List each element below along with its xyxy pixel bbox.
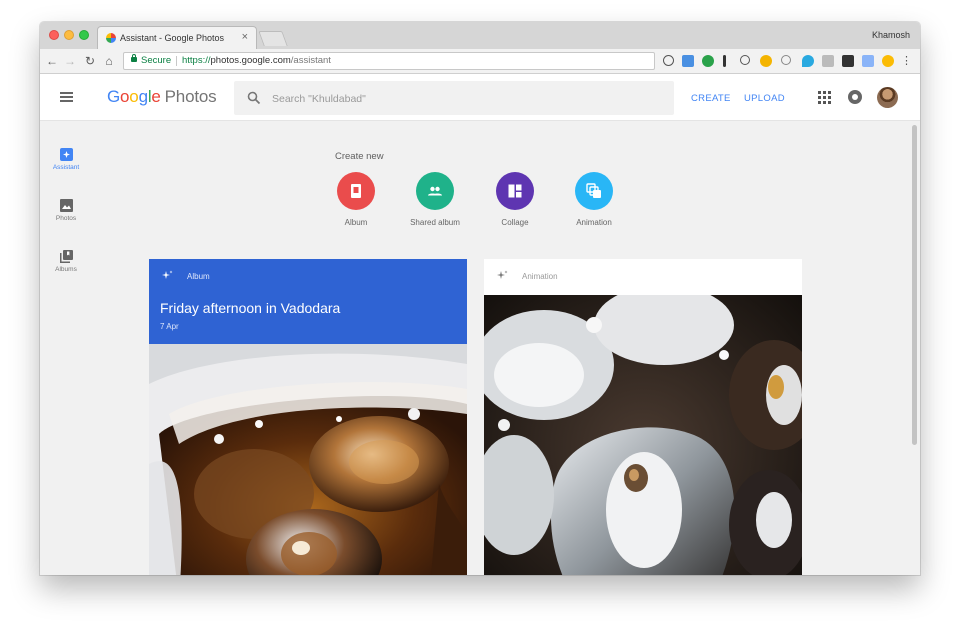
notifications-icon[interactable] (848, 90, 862, 104)
main-menu-icon[interactable] (60, 92, 73, 102)
logo-letter: g (138, 87, 148, 106)
album-suggestion-card[interactable]: Album Friday afternoon in Vadodara 7 Apr (149, 259, 467, 575)
collage-icon (508, 184, 522, 198)
create-animation-button[interactable]: Animation (559, 172, 629, 227)
card-type-label: Album (187, 272, 210, 281)
upload-button[interactable]: UPLOAD (744, 93, 785, 104)
create-collage-button[interactable]: Collage (480, 172, 550, 227)
minimize-window-button[interactable] (64, 30, 74, 40)
logo-letter: o (129, 87, 139, 106)
logo-product-name: Photos (164, 87, 217, 106)
grid-extension-icon[interactable] (822, 55, 834, 67)
albums-icon (59, 250, 73, 263)
new-tab-button[interactable] (258, 31, 288, 46)
sidebar-item-label: Assistant (52, 164, 80, 171)
create-album-label: Album (344, 218, 368, 227)
create-animation-label: Animation (576, 218, 612, 227)
google-photos-favicon-icon (106, 33, 116, 43)
logo-letter: o (120, 87, 130, 106)
page-scrollbar[interactable] (912, 125, 917, 445)
logo-letter: e (151, 87, 161, 106)
card-header: Animation (484, 259, 802, 295)
animation-photo[interactable] (484, 295, 802, 575)
ice-cubes-photo (484, 295, 802, 575)
calendar-extension-icon[interactable] (682, 55, 694, 67)
logo-letter: G (107, 87, 121, 106)
sidebar-item-label: Photos (55, 215, 77, 222)
animation-icon (586, 183, 601, 198)
browser-menu-icon[interactable]: ⋮ (901, 54, 912, 68)
evernote-extension-icon[interactable] (702, 55, 714, 67)
play-extension-icon[interactable] (781, 55, 791, 65)
bookmark-extension-icon[interactable] (842, 55, 854, 67)
create-shared-album-button[interactable]: Shared album (400, 172, 470, 227)
search-icon[interactable] (247, 91, 261, 105)
docs-extension-icon[interactable] (862, 55, 874, 67)
url-scheme: https:// (182, 55, 211, 66)
sidebar-item-albums[interactable]: Albums (40, 250, 92, 273)
create-collage-circle[interactable] (496, 172, 534, 210)
create-album-button[interactable]: Album (321, 172, 391, 227)
assistant-icon (59, 148, 73, 161)
keep-extension-icon[interactable] (760, 55, 772, 67)
apps-grid-icon[interactable] (818, 91, 831, 104)
card-header: Album Friday afternoon in Vadodara 7 Apr (149, 259, 467, 344)
search-input[interactable] (270, 90, 654, 108)
sidebar-item-assistant[interactable]: Assistant (40, 148, 92, 171)
home-icon[interactable]: ⌂ (101, 53, 117, 69)
sidebar-item-label: Albums (55, 266, 77, 273)
create-album-circle[interactable] (337, 172, 375, 210)
sidebar-item-photos[interactable]: Photos (40, 199, 92, 222)
create-collage-label: Collage (501, 218, 529, 227)
google-photos-logo[interactable]: Google Photos (107, 87, 217, 107)
link-extension-icon[interactable] (740, 55, 750, 65)
forward-icon[interactable]: → (62, 53, 78, 69)
back-icon[interactable]: ← (44, 53, 60, 69)
address-bar[interactable]: Secure https://photos.google.com/assista… (123, 52, 655, 70)
people-icon (428, 186, 442, 196)
avatar[interactable] (877, 87, 898, 108)
card-title: Friday afternoon in Vadodara (160, 300, 341, 316)
drop-extension-icon[interactable] (802, 55, 814, 67)
photo-icon (59, 199, 73, 212)
browser-tab[interactable]: Assistant - Google Photos × (97, 26, 257, 49)
card-type-label: Animation (522, 272, 558, 281)
create-button[interactable]: CREATE (691, 93, 731, 104)
create-new-heading: Create new (335, 151, 384, 162)
tab-title: Assistant - Google Photos (120, 33, 225, 43)
sparkle-icon (162, 270, 173, 279)
omnibox-divider (176, 56, 177, 66)
url-text: https://photos.google.com/assistant (182, 53, 331, 69)
main-content: Assistant Photos Albums Create new Album… (40, 121, 920, 575)
create-shared-album-label: Shared album (410, 218, 460, 227)
reload-icon[interactable]: ↻ (82, 53, 98, 69)
sparkle-icon (497, 270, 508, 279)
info-extension-icon[interactable] (723, 55, 726, 67)
browser-window: Assistant - Google Photos × Khamosh ← → … (40, 22, 920, 575)
search-bar[interactable] (234, 81, 674, 115)
clock-extension-icon[interactable] (663, 55, 674, 66)
animation-suggestion-card[interactable]: Animation (484, 259, 802, 575)
url-host: photos.google.com (210, 55, 291, 66)
app-header: GooglePhotos CREATE UPLOAD (40, 74, 920, 121)
album-icon (351, 184, 361, 198)
create-animation-circle[interactable] (575, 172, 613, 210)
browser-toolbar: ← → ↻ ⌂ Secure https://photos.google.com… (40, 49, 920, 74)
lock-icon (131, 54, 137, 62)
secure-label: Secure (141, 55, 172, 66)
tab-strip: Assistant - Google Photos × Khamosh (40, 22, 920, 49)
drink-glass-photo (149, 344, 467, 575)
zoom-window-button[interactable] (79, 30, 89, 40)
album-photo[interactable] (149, 344, 467, 575)
close-window-button[interactable] (49, 30, 59, 40)
create-shared-album-circle[interactable] (416, 172, 454, 210)
card-date: 7 Apr (160, 322, 179, 331)
close-tab-icon[interactable]: × (242, 31, 248, 43)
profile-name[interactable]: Khamosh (872, 30, 910, 40)
url-path: /assistant (290, 55, 331, 66)
chrome-extension-icon[interactable] (882, 55, 894, 67)
